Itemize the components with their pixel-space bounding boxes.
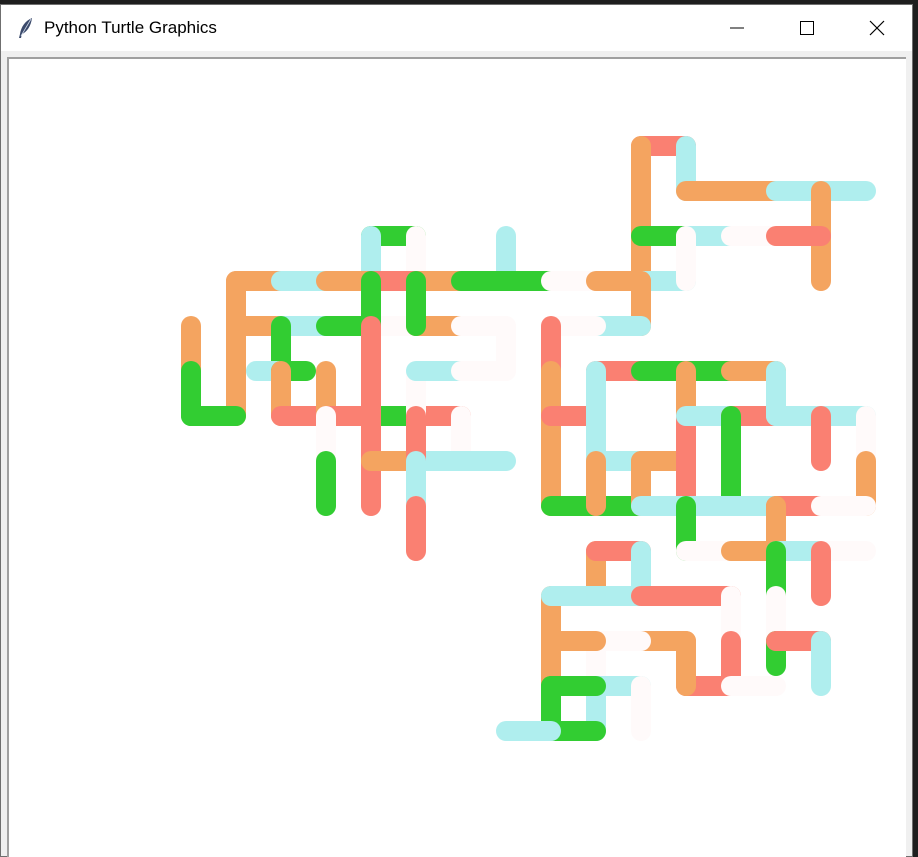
close-button[interactable] (842, 5, 912, 51)
turtle-canvas[interactable] (7, 57, 906, 857)
minimize-icon (730, 27, 744, 29)
maximize-icon (800, 21, 814, 35)
window-controls (702, 5, 912, 51)
window-title: Python Turtle Graphics (44, 18, 217, 37)
turtle-window: Python Turtle Graphics (0, 4, 913, 857)
maximize-button[interactable] (772, 5, 842, 51)
minimize-button[interactable] (702, 5, 772, 51)
turtle-drawing (181, 136, 876, 741)
title-bar[interactable]: Python Turtle Graphics (1, 5, 912, 51)
feather-icon (19, 18, 32, 38)
close-icon (869, 20, 885, 36)
